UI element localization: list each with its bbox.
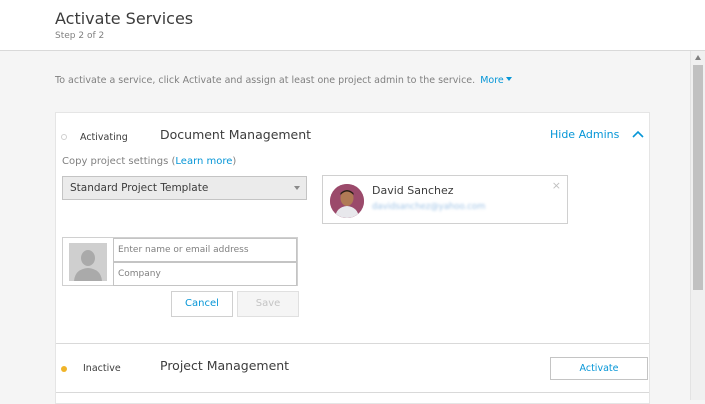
section-divider: [56, 392, 649, 393]
step-indicator: Step 2 of 2: [55, 31, 104, 41]
template-select[interactable]: Standard Project Template: [62, 176, 307, 200]
learn-more-link[interactable]: Learn more: [175, 156, 232, 167]
name-email-input[interactable]: [113, 238, 297, 262]
service-title-document-management: Document Management: [160, 127, 311, 142]
admin-card: David Sanchez davidsanchez@yahoo.com ×: [322, 175, 568, 224]
avatar: [330, 184, 364, 218]
section-divider: [56, 343, 649, 344]
save-button[interactable]: Save: [237, 291, 299, 317]
remove-admin-icon[interactable]: ×: [552, 179, 561, 192]
caret-down-icon: [506, 77, 512, 81]
dropdown-arrow-icon: [294, 186, 300, 190]
more-label: More: [480, 75, 504, 86]
copy-settings-prefix: Copy project settings (: [62, 156, 175, 167]
scrollbar-thumb[interactable]: [693, 65, 703, 290]
hide-admins-link[interactable]: Hide Admins: [550, 128, 619, 141]
person-silhouette-icon: [69, 243, 107, 281]
cancel-button[interactable]: Cancel: [171, 291, 233, 317]
page-header: Activate Services Step 2 of 2: [0, 0, 705, 51]
status-text-inactive: Inactive: [83, 363, 121, 374]
copy-settings-suffix: ): [232, 156, 236, 167]
user-placeholder-icon: [69, 243, 107, 281]
service-title-project-management: Project Management: [160, 358, 289, 373]
status-dot-inactive: [61, 366, 67, 372]
activate-button[interactable]: Activate: [550, 357, 648, 380]
main-content: To activate a service, click Activate an…: [0, 51, 690, 400]
status-text-activating: Activating: [80, 132, 128, 143]
avatar-photo-icon: [330, 184, 364, 218]
intro-text: To activate a service, click Activate an…: [55, 75, 512, 86]
copy-settings-label: Copy project settings (Learn more): [62, 156, 236, 167]
chevron-up-icon[interactable]: [632, 130, 644, 138]
company-input[interactable]: [113, 262, 297, 286]
scroll-up-arrow-icon[interactable]: [695, 55, 701, 60]
intro-message: To activate a service, click Activate an…: [55, 75, 475, 86]
services-card: Activating Document Management Hide Admi…: [55, 112, 650, 404]
more-link[interactable]: More: [480, 75, 512, 86]
template-select-value: Standard Project Template: [70, 182, 208, 194]
vertical-scrollbar[interactable]: [690, 51, 705, 400]
status-dot-activating: [61, 134, 67, 140]
page-title: Activate Services: [55, 9, 193, 28]
invite-admin-form: [62, 237, 298, 286]
admin-name: David Sanchez: [372, 184, 454, 197]
admin-email: davidsanchez@yahoo.com: [372, 202, 485, 212]
